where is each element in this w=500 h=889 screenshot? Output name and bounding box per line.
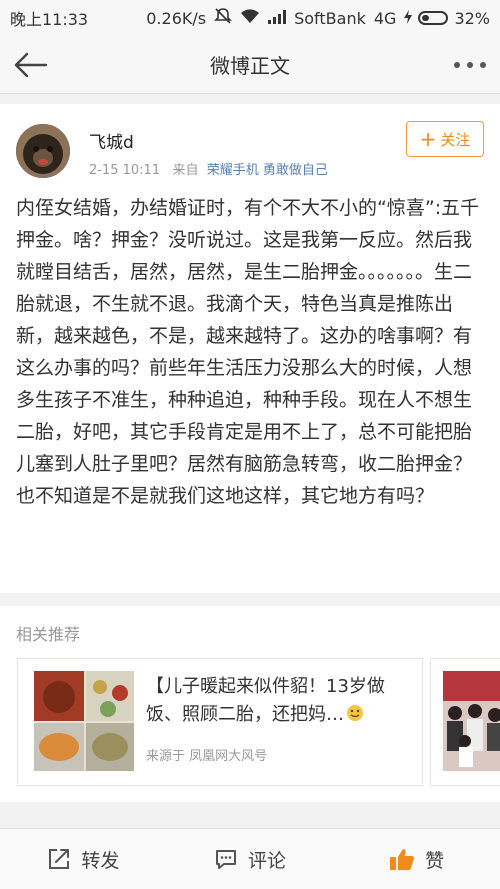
carrier: SoftBank <box>294 8 366 28</box>
related-section: 相关推荐 【儿子暖起来似件貂！13岁做饭、照顾二胎，还把妈… 来源于 凤凰网大风… <box>0 606 500 802</box>
bottom-action-bar: 转发 评论 赞 <box>0 828 500 889</box>
related-item[interactable]: 【儿子暖起来似件貂！13岁做饭、照顾二胎，还把妈… 来源于 凤凰网大风号 <box>17 658 423 786</box>
status-time: 晚上11:33 <box>10 10 89 29</box>
back-button[interactable] <box>12 46 50 84</box>
battery-indicator: 32% <box>404 9 490 28</box>
like-label: 赞 <box>425 849 445 872</box>
network-speed: 0.26K/s <box>146 8 207 28</box>
related-thumbnail <box>34 671 134 771</box>
signal-icon <box>268 9 287 28</box>
post-meta: 2-15 10:11 来自 荣耀手机 勇敢做自己 <box>89 159 328 178</box>
nav-bar: 微博正文 <box>0 36 500 94</box>
repost-icon <box>49 849 70 869</box>
status-indicators: 0.26K/s SoftBank 4G 32% <box>146 7 490 29</box>
follow-button[interactable]: + 关注 <box>406 121 484 157</box>
post-body: 内侄女结婚，办结婚证时，有个不大不小的“惊喜”:五千押金。啥？押金？没听说过。这… <box>16 197 480 507</box>
page-title: 微博正文 <box>210 54 290 78</box>
post-date: 2-15 10:11 <box>89 163 161 178</box>
more-dots-icon <box>454 62 486 68</box>
thumbs-up-icon <box>390 849 415 870</box>
related-headline: 【儿子暖起来似件貂！13岁做饭、照顾二胎，还把妈… <box>146 673 416 729</box>
repost-button[interactable]: 转发 <box>0 829 167 889</box>
emoji-face-icon <box>344 704 364 725</box>
network-type: 4G <box>373 8 397 28</box>
comment-label: 评论 <box>248 849 287 872</box>
wifi-icon <box>240 8 260 28</box>
from-label: 来自 <box>172 163 199 178</box>
comment-icon <box>216 850 236 869</box>
battery-fill <box>422 15 430 21</box>
comment-button[interactable]: 评论 <box>167 829 334 889</box>
mute-icon <box>214 7 233 29</box>
plus-icon: + <box>419 127 437 151</box>
follow-label: 关注 <box>440 130 471 149</box>
related-source: 来源于 凤凰网大风号 <box>146 749 268 764</box>
charging-icon <box>404 9 413 28</box>
avatar[interactable] <box>16 124 70 178</box>
more-button[interactable] <box>450 46 490 84</box>
post-card: 飞城d 2-15 10:11 来自 荣耀手机 勇敢做自己 + 关注 内侄女结婚，… <box>0 104 500 593</box>
related-item[interactable] <box>430 658 500 786</box>
username[interactable]: 飞城d <box>89 128 134 153</box>
battery-percent: 32% <box>454 8 490 28</box>
related-title: 相关推荐 <box>16 625 81 644</box>
related-thumbnail <box>443 671 500 771</box>
back-arrow-icon <box>14 52 48 78</box>
status-bar: 晚上11:33 0.26K/s SoftBank 4G 32% <box>0 0 500 36</box>
battery-icon <box>418 11 449 25</box>
like-button[interactable]: 赞 <box>333 829 500 889</box>
post-source-link[interactable]: 荣耀手机 勇敢做自己 <box>207 163 328 178</box>
repost-label: 转发 <box>81 849 120 872</box>
